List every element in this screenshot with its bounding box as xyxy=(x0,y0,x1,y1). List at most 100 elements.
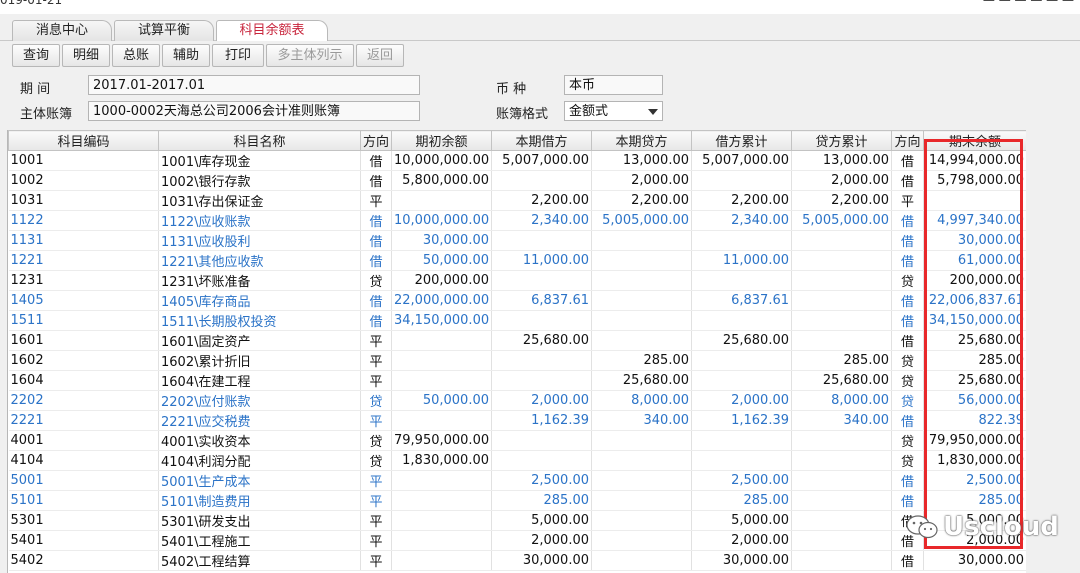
back-button[interactable]: 返回 xyxy=(356,44,404,67)
table-row[interactable]: 5401 5401\工程施工平 2,000.00 2,000.00 借 2,000.00 xyxy=(8,530,1026,551)
print-button[interactable]: 打印 xyxy=(212,44,264,67)
top-right-text: — — — — — — xyxy=(982,0,1074,7)
table-row[interactable]: 1122 1122\应收账款借 10,000,000.00 2,340.00 5,005… xyxy=(8,210,1026,231)
cell-direction: 借 xyxy=(360,250,392,271)
chevron-down-icon[interactable] xyxy=(648,109,658,115)
cell-ending-balance: 5,000.00 xyxy=(923,510,1026,531)
table-row[interactable]: 1602 1602\累计折旧平 285.00 285.00 贷 285.00 xyxy=(8,350,1026,371)
table-row[interactable]: 1001 1001\库存现金借 10,000,000.00 5,007,000.00 1… xyxy=(8,150,1026,171)
cell-end-direction: 贷 xyxy=(891,370,924,391)
table-row[interactable]: 5402 5402\工程结算平 30,000.00 30,000.00 借 30,000.… xyxy=(8,550,1026,571)
cell-period-debit: 25,680.00 xyxy=(491,330,592,351)
table-row[interactable]: 2202 2202\应付账款贷 50,000.00 2,000.00 8,000.00 2… xyxy=(8,390,1026,411)
cell-direction: 借 xyxy=(360,210,392,231)
cell-period-debit xyxy=(491,230,592,251)
cell-period-debit xyxy=(491,310,592,331)
tab-message-center[interactable]: 消息中心 xyxy=(12,20,112,41)
table-row[interactable]: 4001 4001\实收资本贷 79,950,000.00 贷 79,950,000.0… xyxy=(8,430,1026,451)
col-credit-cumulative[interactable]: 贷方累计 xyxy=(791,130,892,151)
cell-account-name: 1221\其他应收款 xyxy=(158,250,361,271)
col-account-code[interactable]: 科目编码 xyxy=(8,130,159,151)
cell-opening-balance xyxy=(391,490,492,511)
cell-account-code: 2221 xyxy=(8,410,159,431)
col-end-direction[interactable]: 方向 xyxy=(891,130,924,151)
table-row[interactable]: 1601 1601\固定资产平 25,680.00 25,680.00 借 25,680.… xyxy=(8,330,1026,351)
col-direction[interactable]: 方向 xyxy=(360,130,392,151)
cell-opening-balance: 50,000.00 xyxy=(391,250,492,271)
cell-debit-cumulative: 2,200.00 xyxy=(691,190,792,211)
cell-account-name: 1601\固定资产 xyxy=(158,330,361,351)
cell-credit-cumulative: 285.00 xyxy=(791,350,892,371)
cell-end-direction: 借 xyxy=(891,210,924,231)
cell-direction: 平 xyxy=(360,330,392,351)
col-ending-balance[interactable]: 期末余额 xyxy=(923,130,1026,151)
cell-period-credit: 340.00 xyxy=(591,410,692,431)
cell-account-code: 5101 xyxy=(8,490,159,511)
cell-account-name: 1405\库存商品 xyxy=(158,290,361,311)
cell-direction: 贷 xyxy=(360,270,392,291)
cell-debit-cumulative xyxy=(691,170,792,191)
cell-end-direction: 借 xyxy=(891,150,924,171)
format-select-value: 金额式 xyxy=(569,104,609,119)
cell-account-code: 1002 xyxy=(8,170,159,191)
cell-direction: 平 xyxy=(360,470,392,491)
table-row[interactable]: 5101 5101\制造费用平 285.00 285.00 借 285.00 xyxy=(8,490,1026,511)
table-row[interactable]: 1131 1131\应收股利借 30,000.00 借 30,000.00 xyxy=(8,230,1026,251)
tab-trial-balance[interactable]: 试算平衡 xyxy=(114,20,214,41)
filter-form: 期 间 2017.01-2017.01 币 种 本币 主体账簿 1000-000… xyxy=(0,70,1080,128)
col-debit-cumulative[interactable]: 借方累计 xyxy=(691,130,792,151)
cell-ending-balance: 2,500.00 xyxy=(923,470,1026,491)
cell-account-code: 1221 xyxy=(8,250,159,271)
cell-direction: 借 xyxy=(360,230,392,251)
table-row[interactable]: 1405 1405\库存商品借 22,000,000.00 6,837.61 6,837… xyxy=(8,290,1026,311)
cell-period-debit xyxy=(491,350,592,371)
query-button[interactable]: 查询 xyxy=(12,44,60,67)
table-row[interactable]: 1604 1604\在建工程平 25,680.00 25,680.00 贷 25,680.… xyxy=(8,370,1026,391)
cell-ending-balance: 34,150,000.00 xyxy=(923,310,1026,331)
general-ledger-button[interactable]: 总账 xyxy=(112,44,160,67)
cell-account-code: 1031 xyxy=(8,190,159,211)
cell-opening-balance: 79,950,000.00 xyxy=(391,430,492,451)
col-account-name[interactable]: 科目名称 xyxy=(158,130,361,151)
cell-period-debit xyxy=(491,270,592,291)
cell-end-direction: 借 xyxy=(891,250,924,271)
cell-credit-cumulative: 25,680.00 xyxy=(791,370,892,391)
cell-ending-balance: 25,680.00 xyxy=(923,370,1026,391)
detail-button[interactable]: 明细 xyxy=(62,44,110,67)
col-period-credit[interactable]: 本期贷方 xyxy=(591,130,692,151)
table-row[interactable]: 5301 5301\研发支出平 5,000.00 5,000.00 借 5,000.00 xyxy=(8,510,1026,531)
tab-bar: 消息中心 试算平衡 科目余额表 xyxy=(0,14,1080,42)
cell-account-name: 4104\利润分配 xyxy=(158,450,361,471)
table-row[interactable]: 1511 1511\长期股权投资借 34,150,000.00 借 34,150,000… xyxy=(8,310,1026,331)
table-row[interactable]: 1031 1031\存出保证金平 2,200.00 2,200.00 2,200.00 2… xyxy=(8,190,1026,211)
multi-entity-button[interactable]: 多主体列示 xyxy=(266,44,354,67)
table-row[interactable]: 1002 1002\银行存款借 5,800,000.00 2,000.00 2,000.… xyxy=(8,170,1026,191)
table-row[interactable]: 1221 1221\其他应收款借 50,000.00 11,000.00 11,000.… xyxy=(8,250,1026,271)
cell-debit-cumulative xyxy=(691,230,792,251)
table-row[interactable]: 1231 1231\坏账准备贷 200,000.00 贷 200,000.00 xyxy=(8,270,1026,291)
cell-account-code: 1602 xyxy=(8,350,159,371)
col-period-debit[interactable]: 本期借方 xyxy=(491,130,592,151)
currency-field[interactable]: 本币 xyxy=(564,75,663,95)
cell-period-credit xyxy=(591,290,692,311)
cell-period-debit xyxy=(491,450,592,471)
cell-period-credit xyxy=(591,530,692,551)
entity-field[interactable]: 1000-0002天海总公司2006会计准则账簿 xyxy=(88,101,420,121)
cell-account-name: 5101\制造费用 xyxy=(158,490,361,511)
toolbar: 查询 明细 总账 辅助 打印 多主体列示 返回 xyxy=(0,41,1080,69)
cell-period-credit xyxy=(591,270,692,291)
period-field[interactable]: 2017.01-2017.01 xyxy=(88,75,420,95)
tab-account-balance[interactable]: 科目余额表 xyxy=(216,20,328,42)
cell-opening-balance xyxy=(391,330,492,351)
entity-label: 主体账簿 xyxy=(20,107,73,122)
cell-end-direction: 贷 xyxy=(891,390,924,411)
table-row[interactable]: 4104 4104\利润分配贷 1,830,000.00 贷 1,830,000.00 xyxy=(8,450,1026,471)
format-select[interactable]: 金额式 xyxy=(564,101,663,121)
table-row[interactable]: 5001 5001\生产成本平 2,500.00 2,500.00 借 2,500.00 xyxy=(8,470,1026,491)
cell-opening-balance: 10,000,000.00 xyxy=(391,150,492,171)
auxiliary-button[interactable]: 辅助 xyxy=(162,44,210,67)
cell-ending-balance xyxy=(923,190,1026,211)
cell-direction: 贷 xyxy=(360,390,392,411)
table-row[interactable]: 2221 2221\应交税费平 1,162.39 340.00 1,162.39 340.… xyxy=(8,410,1026,431)
col-opening-balance[interactable]: 期初余额 xyxy=(391,130,492,151)
